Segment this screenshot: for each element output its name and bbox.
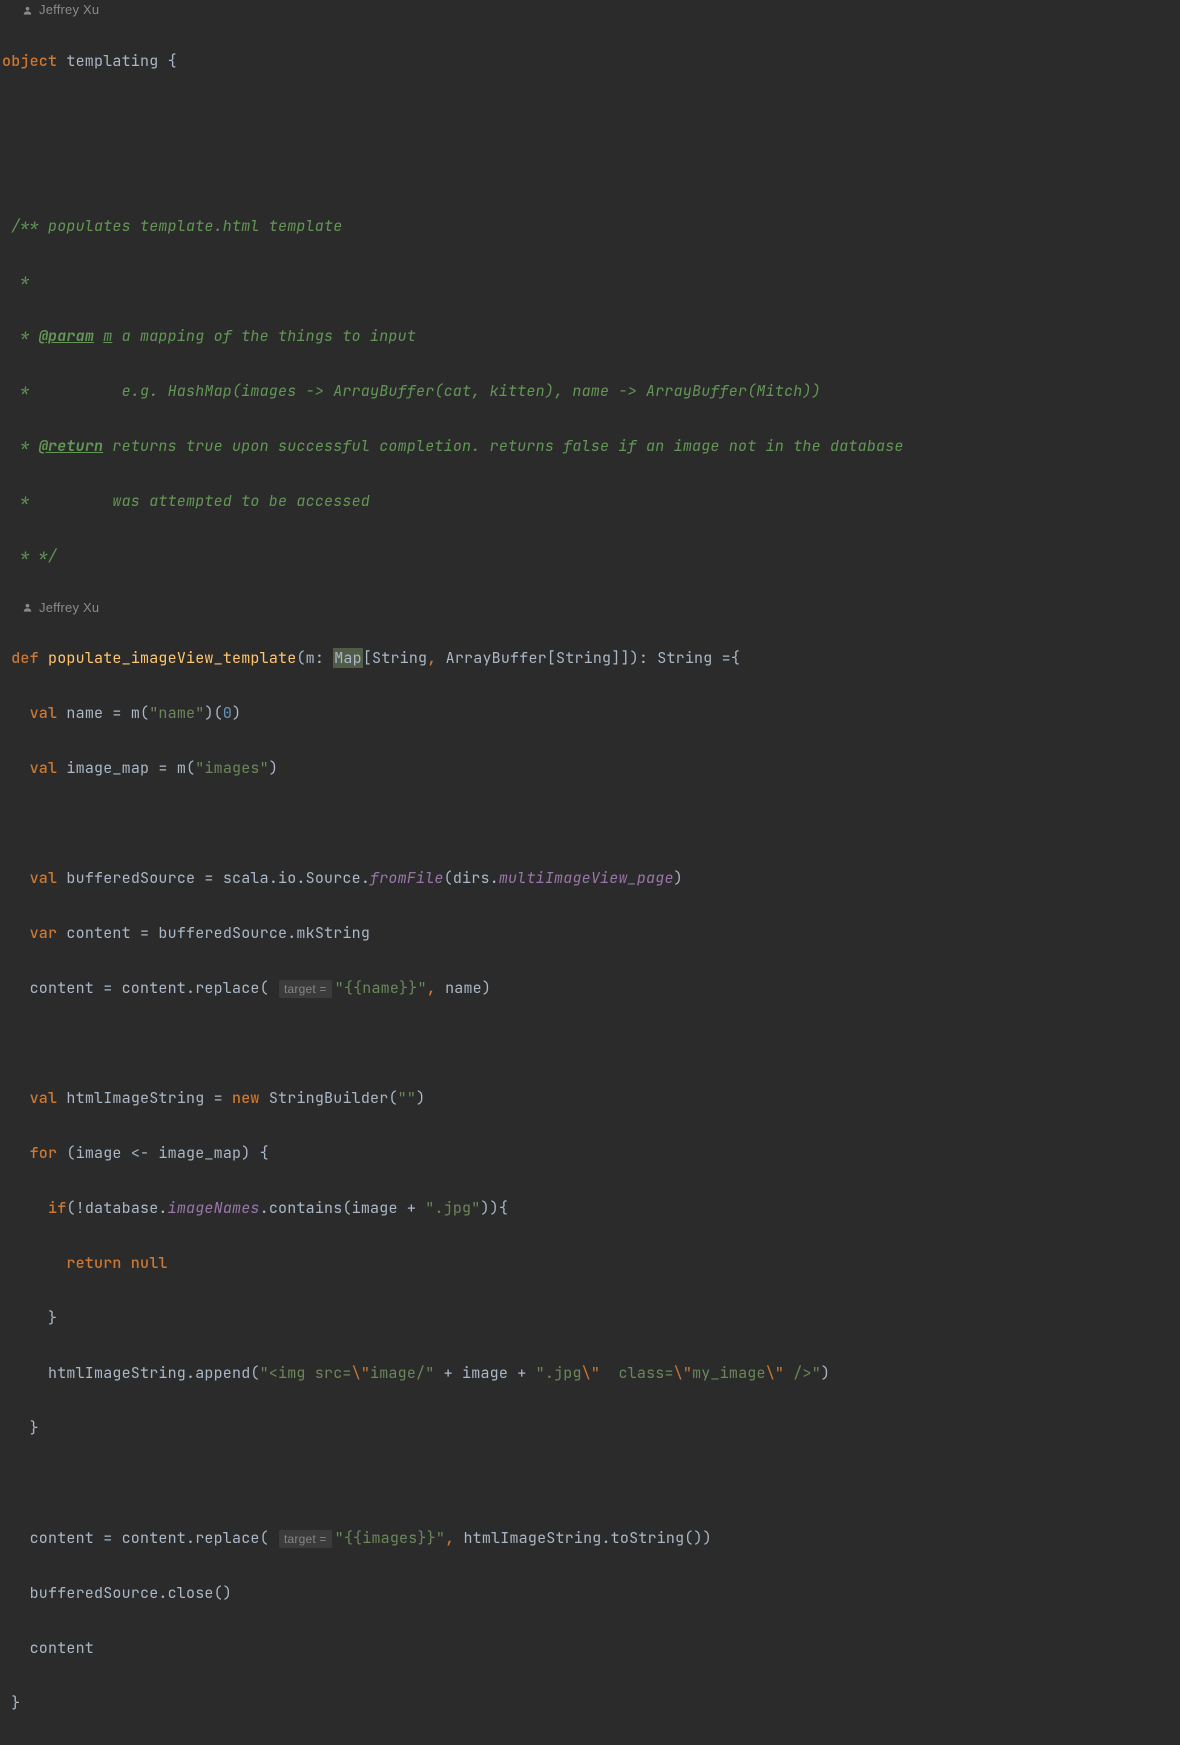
keyword-def: def [11, 648, 39, 668]
author-annotation-1: Jeffrey Xu [0, 0, 1180, 20]
param-tag: @param [39, 326, 94, 346]
return-tag: @return [39, 436, 103, 456]
highlighted-map: Map [333, 648, 363, 668]
author-name: Jeffrey Xu [39, 594, 99, 622]
code-editor-body[interactable]: def populate_imageView_template(m: Map[S… [0, 618, 1180, 1745]
person-icon [22, 602, 33, 613]
keyword-object: object [2, 51, 57, 71]
function-name: populate_imageView_template [48, 648, 296, 668]
param-hint-target: target = [279, 980, 332, 998]
param-hint-target: target = [279, 1530, 332, 1548]
code-editor[interactable]: object templating { /** populates templa… [0, 20, 1180, 598]
author-name: Jeffrey Xu [39, 0, 99, 24]
doc-comment: /** populates template.html template [2, 216, 342, 236]
person-icon [22, 5, 33, 16]
author-annotation-2: Jeffrey Xu [0, 598, 1180, 618]
